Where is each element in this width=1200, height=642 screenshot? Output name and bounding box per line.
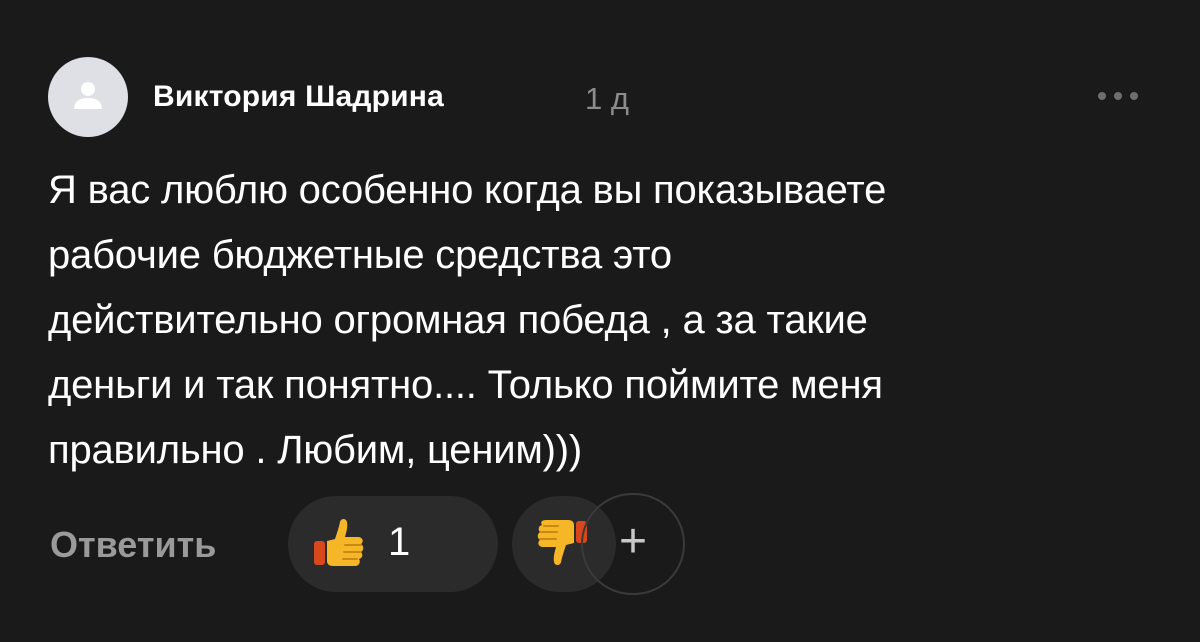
- like-button[interactable]: 1: [288, 496, 498, 592]
- avatar[interactable]: [48, 57, 128, 137]
- comment-header: Виктория Шадрина 1 д: [48, 57, 1152, 137]
- more-button[interactable]: [1093, 81, 1143, 111]
- author-name[interactable]: Виктория Шадрина: [153, 80, 444, 114]
- comment-actions: Ответить 1 +: [48, 493, 748, 595]
- comment-card: Виктория Шадрина 1 д Я вас люблю особенн…: [0, 0, 1200, 642]
- add-reaction-button[interactable]: +: [581, 493, 685, 595]
- plus-icon: +: [618, 515, 648, 568]
- reply-button[interactable]: Ответить: [50, 524, 216, 566]
- like-count: 1: [388, 520, 411, 564]
- more-dots-icon: [1098, 92, 1138, 100]
- thumbs-up-emoji-icon: [314, 519, 364, 566]
- comment-time: 1 д: [585, 81, 629, 116]
- comment-text: Я вас люблю особенно когда вы показывает…: [48, 168, 887, 472]
- user-silhouette-icon: [74, 82, 102, 109]
